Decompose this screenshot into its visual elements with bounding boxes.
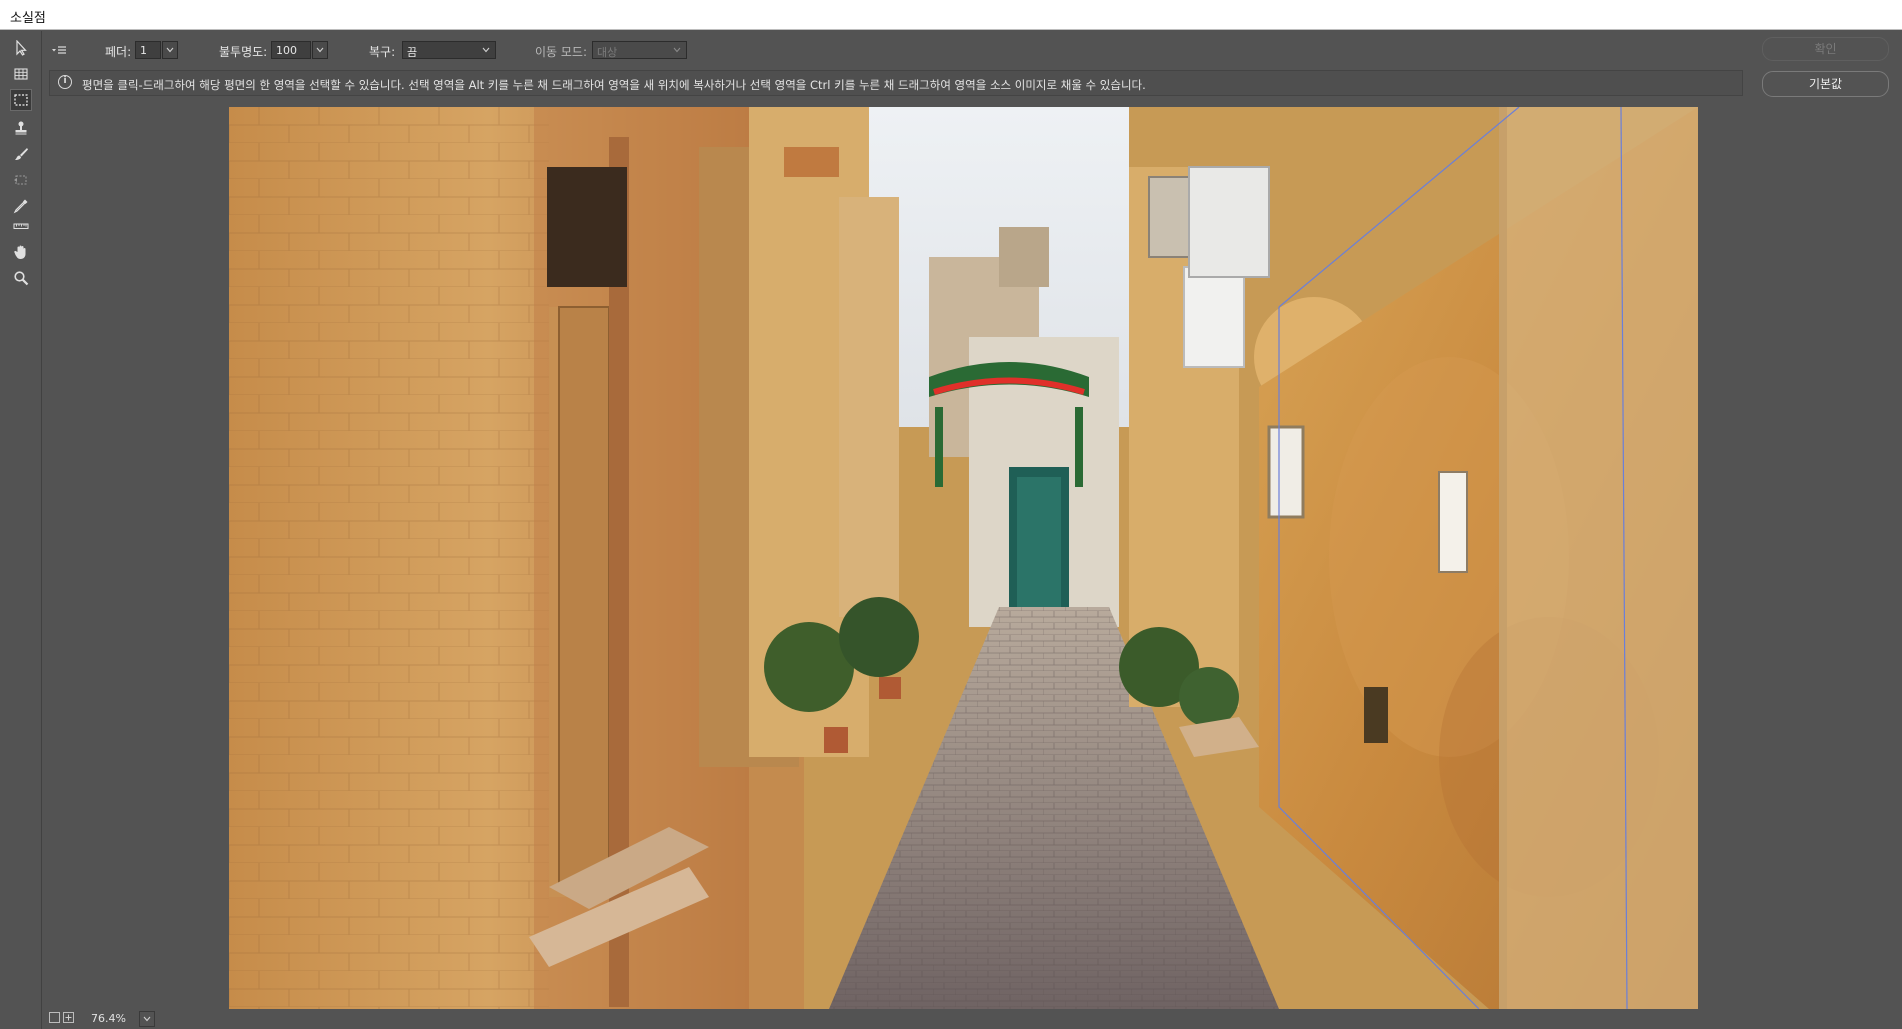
heal-label: 복구: (369, 45, 396, 59)
heal-select-value: 끔 (407, 46, 418, 59)
chevron-down-icon (143, 1016, 151, 1022)
chevron-down-icon (316, 47, 324, 53)
transform-tool[interactable] (10, 169, 32, 191)
zoom-in-button[interactable] (63, 1012, 74, 1023)
edit-plane-tool[interactable] (10, 37, 32, 59)
stamp-icon (15, 121, 27, 135)
status-bar: 76.4% (43, 1009, 1902, 1029)
flyout-menu-icon (52, 46, 66, 54)
create-plane-tool[interactable] (10, 63, 32, 85)
opacity-label: 불투명도: (219, 45, 268, 59)
alley-photo (229, 107, 1698, 1009)
eyedropper-tool[interactable] (10, 195, 32, 217)
marquee-tool[interactable] (10, 89, 32, 111)
zoom-out-button[interactable] (49, 1012, 60, 1023)
marquee-icon (14, 94, 28, 106)
hand-tool[interactable] (10, 241, 32, 263)
window-title: 소실점 (10, 11, 46, 26)
chevron-down-icon (482, 47, 490, 53)
arrow-icon (16, 40, 27, 56)
info-bar: i 평면을 클릭-드래그하여 해당 평면의 한 영역을 선택할 수 있습니다. … (49, 70, 1743, 96)
info-icon: i (58, 75, 72, 89)
stamp-tool[interactable] (10, 117, 32, 139)
magnifier-icon (14, 271, 29, 286)
zoom-dropdown-button[interactable] (139, 1011, 155, 1027)
opacity-input[interactable]: 100 (271, 41, 311, 59)
image-canvas[interactable] (229, 107, 1698, 1009)
options-bar: 페더: 1 불투명도: 100 복구: 끔 이동 모드: 대상 확인 기본값 (43, 31, 1902, 97)
grid-plane-icon (14, 68, 28, 80)
move-mode-select-value: 대상 (597, 46, 618, 59)
measure-tool[interactable] (10, 215, 32, 237)
default-button[interactable]: 기본값 (1762, 71, 1889, 97)
opacity-dropdown-button[interactable] (312, 41, 328, 59)
chevron-down-icon (673, 47, 681, 53)
tools-panel (0, 31, 42, 1029)
feather-dropdown-button[interactable] (162, 41, 178, 59)
eyedropper-icon (13, 199, 28, 214)
brush-icon (15, 148, 28, 160)
move-mode-label: 이동 모드: (535, 45, 588, 59)
flyout-menu-button[interactable] (51, 41, 69, 59)
chevron-down-icon (166, 47, 174, 53)
feather-input[interactable]: 1 (135, 41, 161, 59)
plus-icon (65, 1014, 72, 1021)
ok-button[interactable]: 확인 (1762, 37, 1889, 61)
ruler-icon (13, 223, 29, 229)
hand-icon (14, 245, 26, 259)
window-titlebar: 소실점 (0, 0, 1902, 30)
heal-select[interactable]: 끔 (402, 41, 496, 59)
transform-icon (14, 175, 27, 185)
brush-tool[interactable] (10, 143, 32, 165)
move-mode-select[interactable]: 대상 (592, 41, 687, 59)
info-text: 평면을 클릭-드래그하여 해당 평면의 한 영역을 선택할 수 있습니다. 선택… (82, 78, 1146, 92)
feather-label: 페더: (105, 45, 132, 59)
zoom-tool[interactable] (10, 267, 32, 289)
